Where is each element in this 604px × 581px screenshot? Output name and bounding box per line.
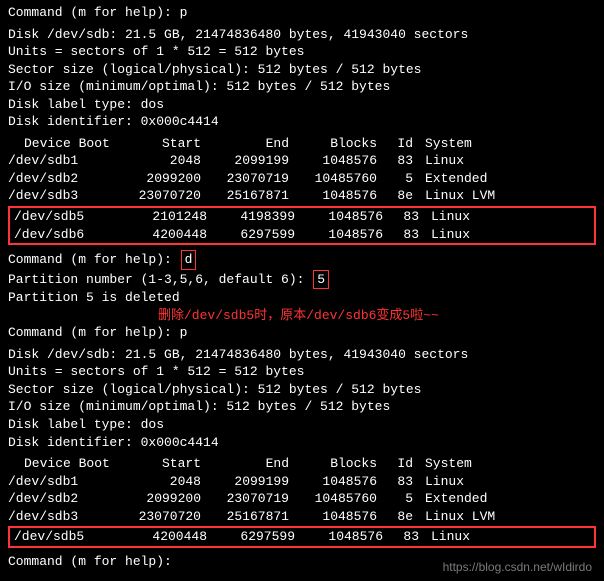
disk-info: Disk /dev/sdb: 21.5 GB, 21474836480 byte… xyxy=(8,346,596,364)
disk-info: Disk identifier: 0x000c4414 xyxy=(8,434,596,452)
disk-info: Disk identifier: 0x000c4414 xyxy=(8,113,596,131)
table-row: /dev/sdb3230707202516787110485768eLinux … xyxy=(8,187,596,205)
delete-cmd-box: d xyxy=(181,250,197,270)
table-row: /dev/sdb521012484198399104857683Linux xyxy=(14,208,590,226)
table-header: Device BootStartEndBlocksIdSystem xyxy=(8,455,596,473)
disk-info: Units = sectors of 1 * 512 = 512 bytes xyxy=(8,363,596,381)
delete-msg: Partition 5 is deleted xyxy=(8,289,596,307)
table-row: /dev/sdb120482099199104857683Linux xyxy=(8,152,596,170)
disk-info: Disk label type: dos xyxy=(8,96,596,114)
partition-num-box: 5 xyxy=(313,270,329,290)
fdisk-prompt: Command (m for help): p xyxy=(8,324,596,342)
annotation-text: 删除/dev/sdb5时，原本/dev/sdb6变成5啦~~ xyxy=(158,307,596,325)
disk-info: I/O size (minimum/optimal): 512 bytes / … xyxy=(8,78,596,96)
table-row: /dev/sdb2209920023070719104857605Extende… xyxy=(8,170,596,188)
highlight-box: /dev/sdb521012484198399104857683Linux /d… xyxy=(8,206,596,245)
table-row: /dev/sdb542004486297599104857683Linux xyxy=(14,528,590,546)
watermark: https://blog.csdn.net/wIdirdo xyxy=(443,559,592,575)
disk-info: Sector size (logical/physical): 512 byte… xyxy=(8,61,596,79)
table-row: /dev/sdb120482099199104857683Linux xyxy=(8,473,596,491)
disk-info: Disk /dev/sdb: 21.5 GB, 21474836480 byte… xyxy=(8,26,596,44)
fdisk-prompt[interactable]: Partition number (1-3,5,6, default 6): 5 xyxy=(8,270,596,290)
fdisk-prompt: Command (m for help): p xyxy=(8,4,596,22)
fdisk-prompt[interactable]: Command (m for help): d xyxy=(8,250,596,270)
disk-info: Sector size (logical/physical): 512 byte… xyxy=(8,381,596,399)
disk-info: I/O size (minimum/optimal): 512 bytes / … xyxy=(8,398,596,416)
highlight-box: /dev/sdb542004486297599104857683Linux xyxy=(8,526,596,548)
disk-info: Disk label type: dos xyxy=(8,416,596,434)
table-row: /dev/sdb2209920023070719104857605Extende… xyxy=(8,490,596,508)
disk-info: Units = sectors of 1 * 512 = 512 bytes xyxy=(8,43,596,61)
table-row: /dev/sdb3230707202516787110485768eLinux … xyxy=(8,508,596,526)
table-row: /dev/sdb642004486297599104857683Linux xyxy=(14,226,590,244)
table-header: Device BootStartEndBlocksIdSystem xyxy=(8,135,596,153)
